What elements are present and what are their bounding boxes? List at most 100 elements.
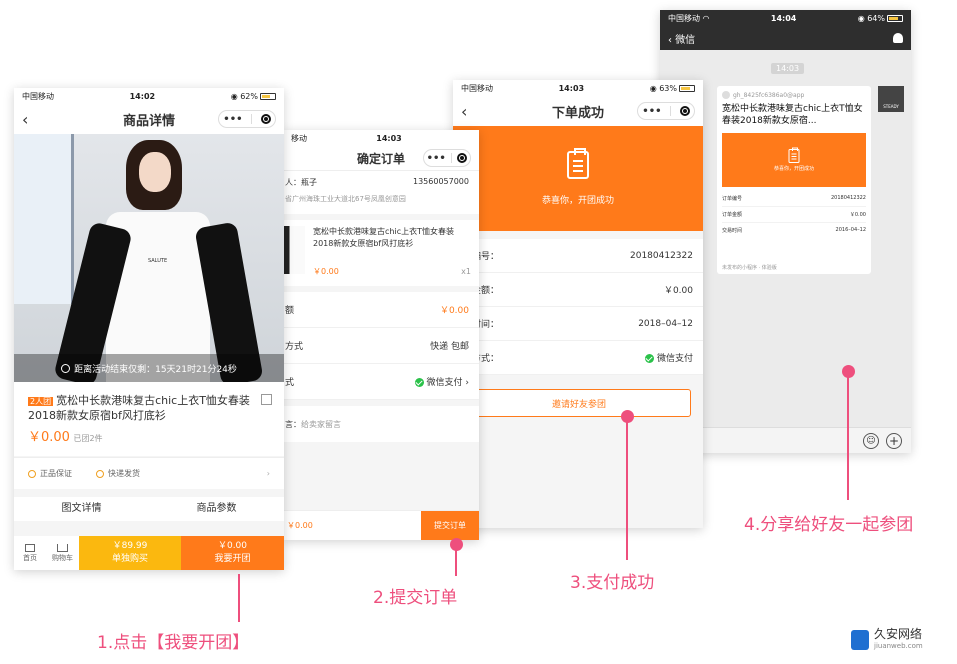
time-value: 2018–04–12 (638, 318, 693, 329)
item-qty: x1 (461, 267, 471, 276)
guarantee-label: 正品保证 (40, 469, 72, 478)
delivery-value: 快递 包邮 (430, 342, 469, 352)
group-tag: 2人团 (28, 397, 54, 406)
close-target-icon[interactable] (457, 153, 468, 163)
nav-home[interactable]: 首页 (14, 536, 46, 570)
pay-label: 式 (285, 378, 295, 388)
clock: 14:04 (770, 13, 797, 23)
total-amount: ￥0.00 (287, 521, 313, 530)
item-name: 宽松中长款港味复古chic上衣T恤女春装2018新款女原宿bf风打底衫 (313, 227, 454, 248)
group-price: ￥0.00 (217, 541, 248, 551)
start-group-button[interactable]: ￥0.00 我要开团 (181, 536, 284, 570)
sender-id: gh_8425fc6386a0@app (733, 91, 805, 99)
battery-label: 62% (240, 91, 258, 101)
watermark-url: jiuanweb.com (874, 642, 923, 650)
page-title: 下单成功 (551, 105, 604, 121)
chat-avatar[interactable]: STEADY (878, 86, 904, 112)
carrier-label: 中国移动 (461, 83, 493, 93)
pay-method-value: 微信支付 (656, 354, 693, 364)
delivery-row[interactable]: 方式 快递 包邮 (283, 328, 479, 364)
clock-icon (61, 363, 71, 373)
card-footer: 未发布的小程序 · 体验版 (722, 265, 777, 271)
back-button[interactable]: ‹ (22, 110, 28, 129)
step4-pin-line (847, 375, 849, 500)
chevron-right-icon: › (266, 469, 270, 478)
success-banner: 恭喜你，开团成功 (453, 126, 703, 231)
mini-program-icon (722, 91, 730, 99)
amount-value: ￥0.00 (439, 306, 469, 316)
wechat-pay-icon (644, 354, 654, 363)
bottom-action-bar: 首页 购物车 ￥89.99 单独购买 ￥0.00 我要开团 (14, 536, 284, 570)
battery-label: 63% (659, 83, 677, 93)
card-banner: 恭喜你，开团成功 (722, 133, 866, 187)
product-name: 宽松中长款港味复古chic上衣T恤女春装2018新款女原宿bf风打底衫 (28, 394, 250, 422)
more-icon[interactable]: ••• (642, 106, 661, 117)
wechat-header: ‹ 微信 (660, 26, 911, 50)
invite-friends-button[interactable]: 邀请好友参团 (467, 389, 691, 417)
close-target-icon[interactable] (260, 114, 271, 124)
clock: 14:03 (376, 133, 402, 143)
payment-row[interactable]: 式微信支付 › (283, 364, 479, 400)
cart-icon (57, 543, 68, 552)
capsule-menu[interactable]: ••• (637, 102, 695, 120)
countdown-bar: 距离活动结束仅剩：15天21时21分24秒 (14, 354, 284, 382)
amount-value: ￥0.00 (663, 286, 693, 296)
shipping-icon (96, 469, 104, 478)
nav-cart[interactable]: 购物车 (46, 536, 79, 570)
share-icon[interactable] (261, 394, 272, 405)
banner-text: 恭喜你，开团成功 (541, 196, 614, 206)
add-icon[interactable]: + (886, 433, 902, 449)
phone-product-detail: 中国移动 14:02 ◉ 62% ‹ 商品详情 ••• SALUTE 距离活动结… (14, 88, 284, 570)
tab-graphic-details[interactable]: 图文详情 (14, 497, 149, 521)
more-icon[interactable]: ••• (427, 153, 446, 164)
battery-icon (679, 84, 695, 92)
battery-label: 64% (867, 13, 885, 23)
card-title: 宽松中长款港味复古chic上衣T恤女春装2018新款女原宿... (722, 104, 863, 126)
recipient: 人：瓶子 (285, 178, 317, 187)
time-value: 2016–04–12 (835, 227, 866, 233)
submit-bar: ￥0.00 提交订单 (283, 510, 479, 540)
back-button[interactable]: ‹ (461, 102, 467, 121)
detail-tabs: 图文详情 商品参数 (14, 497, 284, 521)
submit-order-button[interactable]: 提交订单 (421, 510, 479, 540)
more-icon[interactable]: ••• (223, 114, 242, 125)
product-photo[interactable]: SALUTE 距离活动结束仅剩：15天21时21分24秒 (14, 134, 284, 382)
chat-title: 微信 (675, 34, 696, 46)
capsule-menu[interactable]: ••• (423, 149, 471, 167)
service-row[interactable]: 正品保证 快递发货 › (14, 457, 284, 489)
single-label: 单独购买 (111, 554, 148, 564)
status-bar: 中国移动 14:03 ◉ 63% (453, 80, 703, 96)
order-label: 订单编号 (722, 196, 743, 202)
order-no: 20180412322 (630, 250, 693, 261)
close-target-icon[interactable] (679, 106, 690, 116)
stage: 中国移动 ◠ 14:04 ◉ 64% ‹ 微信 14:03 STEADY gh_… (0, 0, 957, 664)
mini-program-card[interactable]: gh_8425fc6386a0@app 宽松中长款港味复古chic上衣T恤女春装… (717, 86, 871, 274)
recipient-phone: 13560057000 (413, 177, 469, 186)
guarantee-icon (28, 469, 36, 478)
tab-product-params[interactable]: 商品参数 (149, 497, 284, 521)
wechat-pay-icon (414, 378, 424, 387)
countdown-text: 距离活动结束仅剩：15天21时21分24秒 (74, 364, 237, 375)
nav-bar: 确定订单 ••• (283, 146, 479, 170)
product-price: ￥0.00 (28, 430, 70, 445)
back-button[interactable]: ‹ 微信 (668, 31, 695, 46)
carrier-label: 移动 (291, 133, 307, 143)
step2-caption: 2.提交订单 (373, 588, 458, 608)
emoji-icon[interactable]: ☺ (863, 433, 879, 449)
time-label: 交易时间 (722, 228, 743, 234)
note-label: 言： (285, 419, 301, 429)
contact-profile-icon[interactable] (893, 33, 903, 43)
capsule-menu[interactable]: ••• (218, 110, 276, 128)
step2-pin-line (455, 548, 457, 576)
address: 省广州海珠工业大道北67号凤凰创意园 (285, 195, 406, 203)
carrier-label: 中国移动 (22, 91, 54, 101)
status-bar: 中国移动 ◠ 14:04 ◉ 64% (660, 10, 911, 26)
buy-alone-button[interactable]: ￥89.99 单独购买 (79, 536, 181, 570)
note-field[interactable]: 言： 给卖家留言 (283, 406, 479, 442)
amount-value: ￥0.00 (849, 212, 866, 218)
nav-bar: ‹ 下单成功 ••• (453, 96, 703, 126)
time-chip: 14:03 (771, 63, 805, 74)
shirt-print: SALUTE (148, 258, 168, 264)
address-section[interactable]: 人：瓶子 13560057000 省广州海珠工业大道北67号凤凰创意园 (283, 170, 479, 214)
page-title: 商品详情 (122, 113, 175, 129)
